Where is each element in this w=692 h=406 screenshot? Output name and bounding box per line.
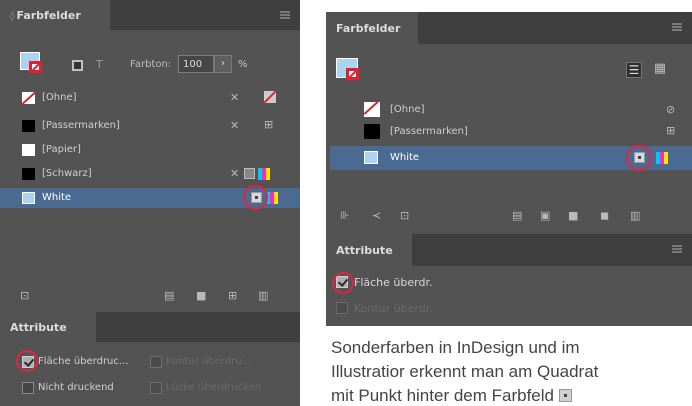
none-swatch-chip bbox=[22, 92, 35, 104]
swatches-tabbar: Farbfelder bbox=[326, 12, 692, 44]
attribute-tabbar: Attribute bbox=[326, 234, 692, 266]
tab-swatches-label: Farbfelder bbox=[16, 9, 81, 22]
stroke-overprint-label: Kontur überdr. bbox=[354, 302, 433, 315]
cmyk-icon bbox=[656, 152, 668, 164]
panel-menu-icon[interactable] bbox=[672, 245, 682, 253]
tab-swatches[interactable]: ◊ Farbfelder bbox=[0, 0, 110, 30]
stroke-overprint-checkbox[interactable] bbox=[150, 356, 162, 368]
swatch-label: White bbox=[42, 192, 72, 203]
paper-swatch-chip bbox=[22, 144, 35, 156]
new-swatch-icon[interactable]: ◼ bbox=[600, 210, 609, 222]
fill-stroke-proxy[interactable] bbox=[336, 58, 366, 88]
nonprinting-label: Nicht druckend bbox=[38, 382, 114, 393]
fill-overprint-label: Fläche überdr. bbox=[354, 276, 433, 289]
swatches-tabbar: ◊ Farbfelder bbox=[0, 0, 300, 30]
swatch-settings-icon[interactable]: ▣ bbox=[540, 210, 550, 222]
tint-dropdown-button[interactable]: › bbox=[214, 55, 232, 73]
stroke-swatch[interactable] bbox=[346, 68, 359, 80]
fill-stroke-proxy[interactable] bbox=[20, 52, 46, 78]
white-swatch-chip bbox=[22, 192, 35, 204]
swatch-row-registration[interactable]: [Passermarken] ✕ ⊞ bbox=[22, 116, 290, 136]
white-swatch-chip bbox=[364, 151, 378, 164]
swatch-label: [Ohne] bbox=[390, 104, 425, 115]
non-editable-icon: ✕ bbox=[230, 167, 240, 180]
stroke-overprint-label: Kontur überdru... bbox=[166, 356, 252, 367]
spot-color-symbol-icon bbox=[558, 389, 572, 402]
swatch-label: [Ohne] bbox=[42, 92, 77, 103]
panel-menu-icon[interactable] bbox=[280, 11, 290, 19]
tab-attribute[interactable]: Attribute bbox=[326, 234, 412, 266]
trash-icon[interactable]: ▥ bbox=[258, 290, 268, 302]
swatch-row-none[interactable]: [Ohne] ✕ bbox=[22, 88, 290, 108]
none-color-icon bbox=[264, 91, 276, 103]
thumbnail-view-icon[interactable]: ▦ bbox=[652, 62, 668, 78]
caption-line: mit Punkt hinter dem Farbfeld bbox=[331, 384, 691, 406]
illustrator-swatches-panel: Farbfelder ☰ ▦ [Ohne] ⊘ [Passermarken] ⊞… bbox=[326, 12, 692, 234]
process-icon bbox=[244, 168, 255, 179]
tint-unit: % bbox=[238, 59, 248, 70]
trash-icon[interactable]: ▥ bbox=[630, 210, 640, 222]
black-swatch-chip bbox=[22, 168, 35, 180]
registration-icon: ⊞ bbox=[264, 118, 274, 131]
registration-swatch-chip bbox=[22, 120, 35, 132]
new-color-group-icon[interactable]: ▤ bbox=[164, 290, 174, 302]
tint-input[interactable]: 100 bbox=[178, 55, 214, 73]
none-indicator-icon: ⊘ bbox=[666, 103, 676, 116]
tab-attribute[interactable]: Attribute bbox=[0, 312, 96, 342]
swatch-row-black[interactable]: [Schwarz] ✕ bbox=[22, 164, 290, 184]
caption: Sonderfarben in InDesign und im Illustra… bbox=[331, 336, 691, 406]
swatch-label: [Passermarken] bbox=[390, 126, 468, 137]
folder-icon[interactable]: ■ bbox=[568, 210, 578, 222]
swatch-libraries-icon[interactable]: ⊪ bbox=[340, 210, 350, 222]
non-editable-icon: ✕ bbox=[230, 119, 240, 132]
swatch-options-icon[interactable]: ⊡ bbox=[400, 210, 409, 222]
swatch-row-none[interactable]: [Ohne] ⊘ bbox=[364, 100, 684, 120]
caption-line: Sonderfarben in InDesign und im bbox=[331, 338, 580, 357]
container-icon[interactable] bbox=[72, 60, 83, 71]
nonprinting-checkbox[interactable] bbox=[22, 382, 34, 394]
swatch-views-icon[interactable]: ⊡ bbox=[20, 290, 29, 302]
checkbox-highlight-ring bbox=[16, 350, 38, 372]
swatch-label: [Schwarz] bbox=[42, 168, 92, 179]
swatch-row-registration[interactable]: [Passermarken] ⊞ bbox=[364, 122, 684, 142]
stroke-overprint-checkbox[interactable] bbox=[336, 302, 348, 314]
folder-icon[interactable]: ■ bbox=[196, 290, 206, 302]
gap-overprint-label: Lücke überdrucken bbox=[166, 382, 261, 393]
tab-swatches[interactable]: Farbfelder bbox=[326, 12, 418, 44]
indesign-attribute-panel: Attribute Fläche überdruc... Kontur über… bbox=[0, 312, 300, 406]
cmyk-icon bbox=[258, 168, 270, 180]
collapse-icon[interactable]: ◊ bbox=[10, 12, 14, 22]
swatch-label: [Papier] bbox=[42, 144, 81, 155]
none-swatch-chip bbox=[364, 102, 380, 117]
new-color-group-icon[interactable]: ▤ bbox=[512, 210, 522, 222]
swatch-row-paper[interactable]: [Papier] bbox=[22, 140, 290, 160]
panel-menu-icon[interactable] bbox=[672, 23, 682, 31]
spot-color-highlight-ring bbox=[243, 185, 268, 210]
caption-line-text: mit Punkt hinter dem Farbfeld bbox=[331, 386, 554, 405]
illustrator-attribute-panel: Attribute Fläche überdr. Kontur überdr. bbox=[326, 234, 692, 326]
stroke-swatch[interactable] bbox=[29, 61, 42, 73]
text-format-icon[interactable]: T bbox=[96, 58, 103, 71]
show-kinds-icon[interactable]: ≺ bbox=[372, 210, 381, 222]
tint-label: Farbton: bbox=[130, 59, 172, 70]
checkbox-highlight-ring bbox=[332, 272, 354, 294]
registration-swatch-chip bbox=[364, 124, 380, 139]
swatch-label: White bbox=[390, 152, 420, 163]
non-editable-icon: ✕ bbox=[230, 91, 240, 104]
swatch-label: [Passermarken] bbox=[42, 120, 120, 131]
indesign-swatches-panel: ◊ Farbfelder T Farbton: 100 › % [Ohne] ✕ … bbox=[0, 0, 300, 312]
fill-overprint-label: Fläche überdruc... bbox=[38, 356, 129, 367]
list-view-icon[interactable]: ☰ bbox=[626, 62, 642, 78]
registration-icon: ⊞ bbox=[666, 124, 676, 137]
gap-overprint-checkbox[interactable] bbox=[150, 382, 162, 394]
spot-color-highlight-ring bbox=[626, 145, 652, 171]
attribute-tabbar: Attribute bbox=[0, 312, 300, 342]
new-swatch-icon[interactable]: ⊞ bbox=[228, 290, 237, 302]
caption-line: Illustratior erkennt man am Quadrat bbox=[331, 362, 599, 381]
